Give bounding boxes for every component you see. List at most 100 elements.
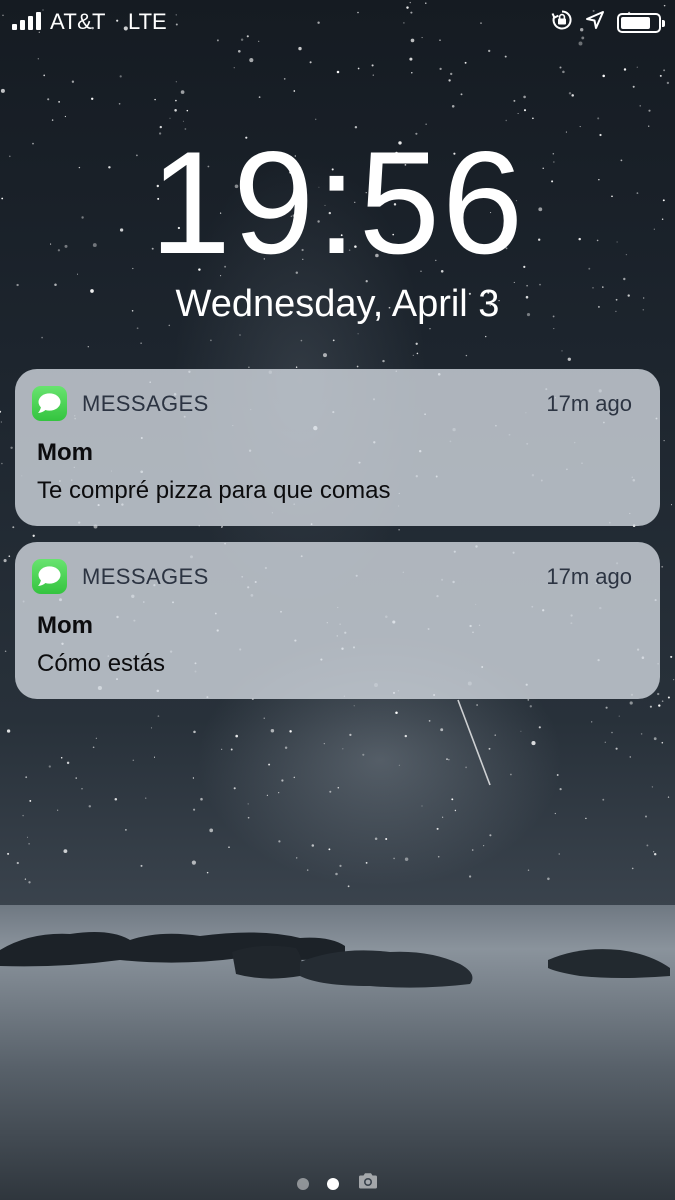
star xyxy=(43,74,46,77)
star xyxy=(63,849,68,854)
star xyxy=(439,67,442,71)
star xyxy=(8,555,11,558)
star xyxy=(488,49,491,53)
star xyxy=(357,333,359,335)
star xyxy=(615,747,618,750)
star xyxy=(298,46,302,51)
star xyxy=(22,814,24,817)
shooting-star xyxy=(457,699,491,786)
star xyxy=(562,70,565,74)
star xyxy=(283,78,286,80)
star xyxy=(357,67,360,70)
star xyxy=(27,836,28,838)
battery-icon xyxy=(617,13,665,33)
notification-sender: Mom xyxy=(37,612,93,639)
star xyxy=(531,741,536,746)
star xyxy=(24,878,27,880)
star xyxy=(488,747,491,750)
star xyxy=(349,733,352,737)
star xyxy=(611,731,613,734)
star xyxy=(235,734,238,738)
star xyxy=(421,805,423,807)
star xyxy=(29,799,32,802)
star xyxy=(293,90,296,92)
star xyxy=(284,746,288,750)
star xyxy=(157,715,160,717)
star xyxy=(602,74,605,78)
star xyxy=(450,72,453,76)
star xyxy=(314,118,317,121)
star xyxy=(0,421,2,423)
star xyxy=(347,885,350,888)
star xyxy=(175,99,177,102)
camera-icon[interactable] xyxy=(357,1172,379,1195)
star xyxy=(118,102,121,105)
star xyxy=(395,711,398,714)
star xyxy=(567,357,571,361)
star xyxy=(659,74,662,77)
star xyxy=(559,66,562,69)
page-dot-2-active[interactable] xyxy=(326,1177,339,1190)
star xyxy=(48,765,51,768)
star xyxy=(362,753,365,756)
star xyxy=(670,655,673,658)
star xyxy=(454,809,457,812)
star xyxy=(239,334,241,336)
page-indicator[interactable] xyxy=(0,1172,675,1195)
star xyxy=(374,837,378,841)
star xyxy=(230,748,233,751)
star xyxy=(464,61,467,64)
lock-screen: AT&T LTE 19:56 Wednesday, April 3 MESSAG… xyxy=(0,0,675,1200)
star xyxy=(623,277,626,281)
star xyxy=(145,797,147,799)
star xyxy=(529,705,532,708)
star xyxy=(523,95,526,99)
star xyxy=(532,117,534,120)
star xyxy=(672,678,675,681)
star xyxy=(365,861,368,864)
messages-app-icon xyxy=(32,386,67,421)
star xyxy=(95,737,97,739)
star xyxy=(631,867,634,870)
star xyxy=(504,55,507,58)
star xyxy=(91,97,94,101)
notification-app-name: MESSAGES xyxy=(82,391,209,416)
star xyxy=(169,117,171,119)
star xyxy=(154,98,156,101)
notification-message: Te compré pizza para que comas xyxy=(37,477,391,504)
star xyxy=(228,846,230,849)
star xyxy=(193,730,196,734)
star xyxy=(436,827,439,830)
star xyxy=(51,119,54,121)
star xyxy=(404,857,409,862)
star xyxy=(554,812,556,815)
star xyxy=(602,798,605,801)
star xyxy=(248,366,250,369)
star xyxy=(372,74,374,76)
star xyxy=(322,353,328,358)
star xyxy=(629,701,633,705)
star xyxy=(558,853,560,855)
star xyxy=(636,66,638,68)
notification-card[interactable]: MESSAGES 17m ago Mom Te compré pizza par… xyxy=(15,369,660,526)
star xyxy=(653,737,657,741)
page-dot-1[interactable] xyxy=(296,1177,309,1190)
star xyxy=(538,726,541,729)
star xyxy=(648,109,651,112)
star xyxy=(174,109,177,112)
star xyxy=(12,526,15,529)
star xyxy=(556,774,559,776)
star xyxy=(119,75,122,78)
star xyxy=(667,796,670,798)
star xyxy=(527,869,530,871)
carrier-name: AT&T xyxy=(50,9,106,34)
star xyxy=(0,410,2,413)
star xyxy=(568,92,572,95)
star xyxy=(47,98,50,101)
star xyxy=(653,851,655,853)
notification-time: 17m ago xyxy=(546,391,632,416)
star xyxy=(210,339,212,342)
star xyxy=(0,88,5,93)
notification-card[interactable]: MESSAGES 17m ago Mom Cómo estás xyxy=(15,542,660,699)
star xyxy=(605,706,608,709)
